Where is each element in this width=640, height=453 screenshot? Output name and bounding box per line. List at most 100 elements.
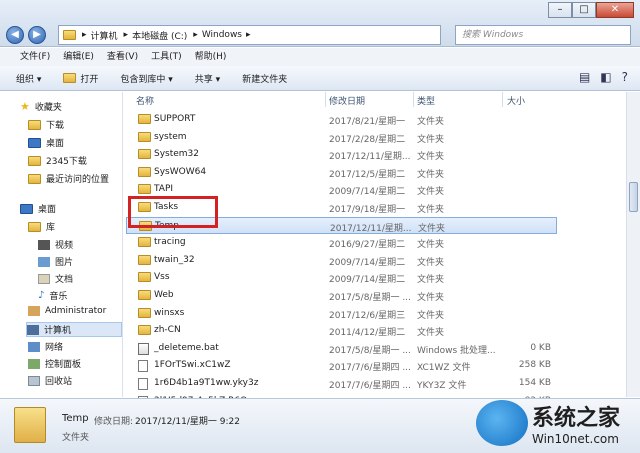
cell-type: 文件夹 — [417, 205, 445, 215]
folder-icon — [28, 155, 41, 166]
table-row[interactable]: SUPPORT 2017/8/21/星期一 文件夹 — [126, 111, 557, 128]
address-bar[interactable]: ▸ 计算机 ▸ 本地磁盘 (C:) ▸ Windows ▸ — [58, 25, 441, 45]
sidebar-item-administrator[interactable]: Administrator — [28, 306, 106, 316]
cell-type: Windows 批处理... — [417, 345, 496, 356]
include-library-button[interactable]: 包含到库中 ▾ — [120, 72, 172, 85]
breadcrumb-windows[interactable]: ▸ Windows ▸ — [193, 30, 250, 40]
table-row[interactable]: system 2017/2/28/星期二 文件夹 — [126, 129, 557, 146]
menu-bar: 文件(F) 编辑(E) 查看(V) 工具(T) 帮助(H) — [0, 48, 640, 66]
table-row[interactable]: SysWOW64 2017/12/5/星期二 文件夹 — [126, 164, 557, 181]
watermark: 系统之家 Win10net.com — [476, 400, 620, 446]
cell-date: 2017/9/18/星期一 — [329, 205, 406, 215]
folder-icon — [138, 325, 151, 336]
network-icon — [28, 341, 40, 352]
scrollbar-thumb[interactable] — [629, 182, 638, 212]
file-icon — [138, 360, 148, 373]
sidebar-item-desktop-root[interactable]: 桌面 — [20, 202, 56, 215]
sidebar-item-downloads[interactable]: 下载 — [28, 118, 64, 131]
folder-icon — [138, 149, 151, 160]
window-controls: – □ ✕ — [548, 2, 634, 18]
sidebar-item-recent-places[interactable]: 最近访问的位置 — [28, 172, 109, 185]
back-button[interactable]: ◀ — [6, 26, 24, 44]
sidebar-item-documents[interactable]: 文档 — [38, 272, 73, 285]
column-name[interactable]: 名称 — [136, 94, 154, 107]
cell-type: 文件夹 — [418, 223, 446, 234]
sidebar-item-computer[interactable]: 计算机 — [26, 322, 122, 337]
menu-help[interactable]: 帮助(H) — [195, 48, 227, 66]
table-row[interactable]: _deleteme.bat 2017/5/8/星期一 ... Windows 批处理… — [126, 340, 557, 357]
table-row[interactable]: Web 2017/5/8/星期一 ... 文件夹 — [126, 287, 557, 304]
close-button[interactable]: ✕ — [596, 2, 634, 18]
maximize-button[interactable]: □ — [572, 2, 596, 18]
open-button[interactable]: 打开 — [63, 72, 98, 85]
cell-type: XC1WZ 文件 — [417, 363, 471, 374]
status-type: 文件夹 — [62, 433, 90, 443]
sidebar-label: 2345下载 — [46, 157, 87, 167]
column-size[interactable]: 大小 — [507, 94, 525, 107]
library-icon — [28, 221, 41, 232]
recent-places-icon — [28, 173, 41, 184]
cell-size: 0 KB — [530, 342, 551, 353]
help-icon[interactable]: ? — [622, 70, 628, 84]
status-date: 2017/12/11/星期一 9:22 — [135, 417, 240, 427]
table-row[interactable]: winsxs 2017/12/6/星期三 文件夹 — [126, 305, 557, 322]
menu-file[interactable]: 文件(F) — [20, 48, 50, 66]
table-row[interactable]: tracing 2016/9/27/星期二 文件夹 — [126, 234, 557, 251]
column-divider[interactable] — [413, 92, 414, 107]
cell-date: 2017/8/21/星期一 — [329, 117, 406, 127]
sidebar-item-network[interactable]: 网络 — [28, 340, 63, 353]
menu-edit[interactable]: 编辑(E) — [63, 48, 94, 66]
table-row[interactable]: 1r6D4b1a9T1ww.yky3z 2017/7/6/星期四 ... YKY3Z… — [126, 375, 557, 392]
sidebar-label: 最近访问的位置 — [46, 175, 110, 185]
sidebar-item-pictures[interactable]: 图片 — [38, 255, 73, 268]
vertical-scrollbar[interactable] — [626, 92, 640, 397]
organize-button[interactable]: 组织 ▾ — [16, 72, 41, 85]
folder-icon — [138, 272, 151, 283]
table-row[interactable]: twain_32 2009/7/14/星期二 文件夹 — [126, 252, 557, 269]
sidebar-label: 下载 — [46, 121, 65, 131]
sidebar-item-music[interactable]: ♪ 音乐 — [38, 289, 67, 302]
sidebar-item-libraries[interactable]: 库 — [28, 220, 55, 233]
sidebar-item-recycle-bin[interactable]: 回收站 — [28, 374, 72, 387]
folder-icon — [63, 30, 76, 40]
cell-name: winsxs — [154, 307, 185, 318]
column-type[interactable]: 类型 — [417, 94, 435, 107]
sidebar-item-desktop[interactable]: 桌面 — [28, 136, 64, 149]
sidebar-label: 计算机 — [44, 326, 72, 336]
sidebar-label: 桌面 — [46, 139, 65, 149]
share-button[interactable]: 共享 ▾ — [195, 72, 220, 85]
cell-date: 2017/5/8/星期一 ... — [329, 293, 411, 303]
column-divider[interactable] — [502, 92, 503, 107]
table-row[interactable]: Vss 2009/7/14/星期二 文件夹 — [126, 269, 557, 286]
table-row[interactable]: 1FOrTSwi.xC1wZ 2017/7/6/星期四 ... XC1WZ 文件 25… — [126, 357, 557, 374]
sidebar-label: 音乐 — [49, 292, 68, 302]
cell-name: 1FOrTSwi.xC1wZ — [154, 360, 231, 371]
sidebar-item-favorites[interactable]: ★ 收藏夹 — [20, 100, 62, 113]
sidebar-item-2345-downloads[interactable]: 2345下载 — [28, 154, 87, 167]
breadcrumb-drive[interactable]: ▸ 本地磁盘 (C:) — [124, 29, 188, 42]
column-date[interactable]: 修改日期 — [329, 94, 365, 107]
table-row[interactable]: zh-CN 2011/4/12/星期二 文件夹 — [126, 322, 557, 339]
sidebar-item-control-panel[interactable]: 控制面板 — [28, 357, 81, 370]
control-panel-icon — [28, 358, 40, 369]
cell-date: 2017/12/11/星期... — [329, 152, 411, 163]
cell-date: 2017/5/8/星期一 ... — [329, 345, 411, 356]
menu-view[interactable]: 查看(V) — [107, 48, 138, 66]
table-row[interactable]: System32 2017/12/11/星期... 文件夹 — [126, 146, 557, 163]
column-divider[interactable] — [325, 92, 326, 107]
forward-button[interactable]: ▶ — [28, 26, 46, 44]
cell-size: 154 KB — [518, 378, 551, 388]
star-icon: ★ — [20, 100, 30, 113]
preview-pane-icon[interactable]: ◧ — [600, 70, 611, 84]
search-input[interactable]: 搜索 Windows — [455, 25, 631, 45]
sidebar-label: 控制面板 — [45, 360, 82, 370]
menu-tools[interactable]: 工具(T) — [151, 48, 182, 66]
cell-name: system — [154, 131, 187, 142]
sidebar-item-videos[interactable]: 视频 — [38, 238, 73, 251]
minimize-button[interactable]: – — [548, 2, 572, 18]
cell-name: System32 — [154, 149, 200, 160]
new-folder-button[interactable]: 新建文件夹 — [242, 72, 287, 85]
view-options-icon[interactable]: ▤ — [579, 70, 590, 84]
breadcrumb-computer[interactable]: ▸ 计算机 — [82, 29, 118, 42]
cell-date: 2009/7/14/星期二 — [329, 187, 406, 198]
